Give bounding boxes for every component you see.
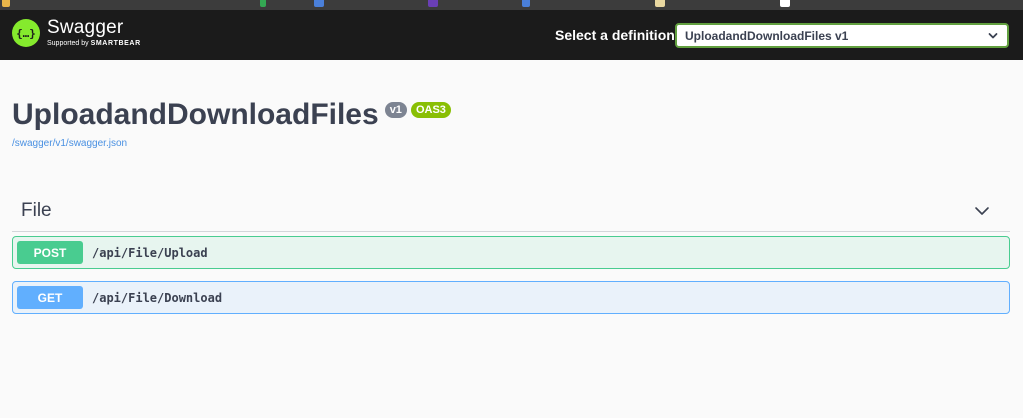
swagger-logo[interactable]: {…} Swagger Supported by SMARTBEAR: [12, 18, 141, 47]
bookmark-favicon[interactable]: [428, 0, 438, 7]
swagger-topbar: {…} Swagger Supported by SMARTBEAR Selec…: [0, 10, 1023, 60]
bookmark-favicon[interactable]: [780, 0, 790, 7]
method-badge-post: POST: [17, 241, 83, 264]
operation-get-download[interactable]: GET /api/File/Download: [12, 281, 1010, 314]
bookmark-favicon[interactable]: [2, 0, 10, 7]
operation-path: /api/File/Download: [92, 290, 223, 305]
api-title: UploadandDownloadFiles v1 OAS3: [12, 98, 451, 132]
bookmark-favicon[interactable]: [655, 0, 665, 7]
logo-subtitle: Supported by SMARTBEAR: [47, 40, 141, 47]
logo-supported-by: Supported by: [47, 40, 89, 47]
bookmark-favicon[interactable]: [522, 0, 530, 7]
bookmark-favicon[interactable]: [260, 0, 266, 7]
browser-bookmark-bar: [0, 0, 1023, 10]
api-title-text: UploadandDownloadFiles: [12, 98, 379, 131]
chevron-down-icon[interactable]: [974, 203, 990, 219]
svg-text:{…}: {…}: [17, 27, 35, 40]
chevron-down-icon: [988, 33, 998, 39]
logo-title: Swagger: [47, 17, 124, 38]
tag-header-file[interactable]: File: [12, 195, 1010, 232]
definition-select[interactable]: UploadandDownloadFiles v1: [675, 23, 1009, 48]
definition-label: Select a definition: [555, 27, 675, 43]
operation-path: /api/File/Upload: [92, 245, 208, 260]
spec-url-link[interactable]: /swagger/v1/swagger.json: [12, 138, 127, 149]
definition-select-value: UploadandDownloadFiles v1: [685, 28, 849, 43]
bookmark-favicon[interactable]: [314, 0, 324, 7]
tag-name: File: [21, 200, 52, 221]
version-badge: v1: [384, 102, 407, 118]
logo-brand: SMARTBEAR: [90, 40, 141, 47]
oas-badge: OAS3: [410, 102, 451, 118]
swagger-logo-icon: {…}: [12, 18, 40, 47]
method-badge-get: GET: [17, 286, 83, 309]
operation-post-upload[interactable]: POST /api/File/Upload: [12, 236, 1010, 269]
